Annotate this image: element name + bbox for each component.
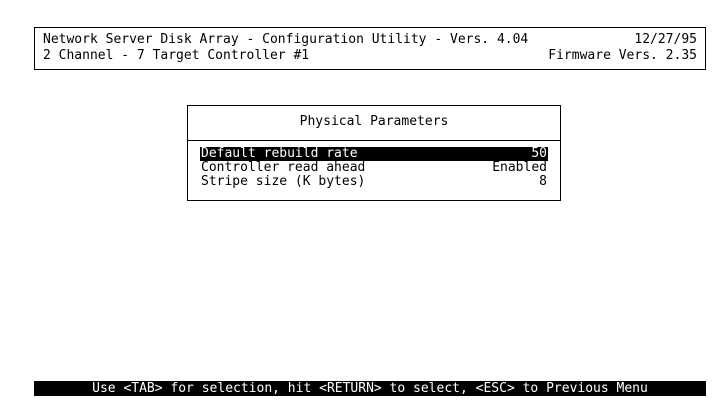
dialog-divider: [188, 140, 560, 141]
date-label: 12/27/95: [634, 32, 697, 47]
param-row-rebuild-rate[interactable]: Default rebuild rate 50: [200, 147, 548, 161]
controller-label: 2 Channel - 7 Target Controller #1: [43, 48, 310, 63]
param-label: Default rebuild rate: [201, 146, 358, 161]
title-banner: Network Server Disk Array - Configuratio…: [34, 27, 706, 70]
firmware-version: Firmware Vers. 2.35: [548, 48, 697, 63]
param-row-stripe-size[interactable]: Stripe size (K bytes) 8: [200, 175, 548, 189]
param-value: 50: [531, 146, 547, 161]
banner-line-2: 2 Channel - 7 Target Controller #1 Firmw…: [43, 48, 697, 64]
physical-parameters-dialog: Physical Parameters Default rebuild rate…: [187, 105, 561, 201]
dialog-title: Physical Parameters: [299, 114, 449, 129]
param-label: Controller read ahead: [201, 160, 366, 175]
param-row-read-ahead[interactable]: Controller read ahead Enabled: [200, 161, 548, 175]
param-value: Enabled: [492, 160, 547, 175]
parameter-list: Default rebuild rate 50 Controller read …: [200, 147, 548, 189]
banner-line-1: Network Server Disk Array - Configuratio…: [43, 32, 697, 48]
param-label: Stripe size (K bytes): [201, 174, 366, 189]
param-value: 8: [539, 174, 547, 189]
status-bar: Use <TAB> for selection, hit <RETURN> to…: [34, 381, 706, 396]
app-title: Network Server Disk Array - Configuratio…: [43, 32, 529, 47]
